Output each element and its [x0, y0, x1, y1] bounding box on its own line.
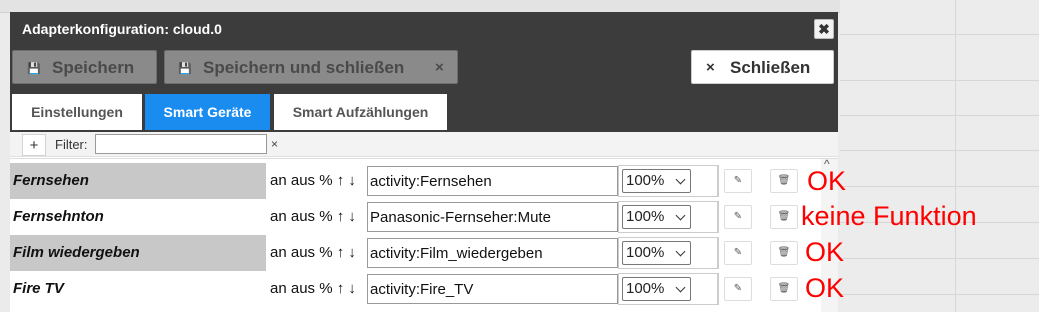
device-name: Fernsehen	[10, 163, 266, 199]
save-icon: 💾	[178, 63, 192, 75]
tab-smart-aufzaehlungen[interactable]: Smart Aufzählungen	[274, 94, 447, 130]
action-up-icon[interactable]: ↑	[337, 172, 345, 189]
chevron-down-icon	[675, 174, 686, 185]
tab-einstellungen[interactable]: Einstellungen	[12, 94, 142, 130]
background-row-line	[840, 150, 1039, 151]
value-select-value: 100%	[626, 280, 665, 297]
filter-clear-icon[interactable]: ×	[271, 137, 278, 151]
device-row: Fernsehen an aus % ↑ ↓ 100% ✎ 🗑	[10, 163, 838, 199]
chevron-down-icon	[675, 282, 686, 293]
action-down-icon[interactable]: ↓	[348, 280, 356, 297]
smart-name-input[interactable]	[367, 274, 618, 304]
action-down-icon[interactable]: ↓	[348, 172, 356, 189]
smart-name-input[interactable]	[367, 202, 618, 232]
action-up-icon[interactable]: ↑	[337, 208, 345, 225]
action-percent[interactable]: %	[319, 280, 332, 297]
value-select[interactable]: 100%	[622, 169, 691, 193]
value-select-value: 100%	[626, 172, 665, 189]
dialog-titlebar: Adapterkonfiguration: cloud.0 ✖	[10, 12, 838, 48]
adapter-config-dialog: Adapterkonfiguration: cloud.0 ✖ 💾 Speich…	[10, 12, 838, 312]
close-button-label: Schließen	[730, 58, 811, 77]
delete-icon[interactable]: 🗑	[770, 277, 798, 301]
value-select[interactable]: 100%	[622, 277, 691, 301]
device-row: Fernsehnton an aus % ↑ ↓ 100% ✎ 🗑	[10, 199, 838, 235]
tab-smart-geraete[interactable]: Smart Geräte	[145, 94, 270, 130]
action-up-icon[interactable]: ↑	[337, 280, 345, 297]
save-and-close-label: Speichern und schließen	[203, 58, 405, 77]
edit-icon[interactable]: ✎	[724, 205, 752, 229]
value-select-value: 100%	[626, 208, 665, 225]
filter-label: Filter:	[55, 137, 88, 152]
action-percent[interactable]: %	[319, 172, 332, 189]
background-row-line	[840, 258, 1039, 259]
add-button[interactable]: +	[22, 134, 46, 156]
chevron-down-icon	[675, 246, 686, 257]
dialog-close-button[interactable]: ✖	[814, 19, 834, 39]
device-actions: an aus % ↑ ↓	[270, 235, 356, 271]
edit-icon[interactable]: ✎	[724, 169, 752, 193]
background-row-line	[840, 34, 1039, 35]
value-select[interactable]: 100%	[622, 241, 691, 265]
annotation-note: OK	[805, 273, 845, 303]
save-button[interactable]: 💾 Speichern	[12, 50, 157, 84]
delete-icon[interactable]: 🗑	[770, 241, 798, 265]
device-name: Fire TV	[13, 280, 64, 297]
chevron-down-icon	[675, 210, 686, 221]
background-col-line	[955, 0, 956, 312]
value-select[interactable]: 100%	[622, 205, 691, 229]
device-name: Fernsehnton	[13, 208, 104, 225]
dialog-toolbar: 💾 Speichern 💾 Speichern und schließen × …	[10, 48, 838, 94]
action-up-icon[interactable]: ↑	[337, 244, 345, 261]
annotation-note: keine Funktion	[801, 201, 977, 231]
dialog-title: Adapterkonfiguration: cloud.0	[22, 21, 222, 37]
background-row-line	[840, 294, 1039, 295]
smart-name-input[interactable]	[367, 238, 618, 268]
annotation-note: OK	[807, 166, 847, 196]
divider	[10, 158, 838, 159]
filter-input[interactable]	[95, 134, 267, 154]
action-on[interactable]: an	[270, 280, 287, 297]
action-off[interactable]: aus	[291, 280, 315, 297]
device-actions: an aus % ↑ ↓	[270, 271, 356, 307]
save-button-label: Speichern	[52, 58, 135, 77]
close-icon: ×	[706, 59, 715, 76]
device-actions: an aus % ↑ ↓	[270, 163, 356, 199]
action-percent[interactable]: %	[319, 208, 332, 225]
action-down-icon[interactable]: ↓	[348, 244, 356, 261]
save-icon: 💾	[27, 63, 41, 75]
delete-icon[interactable]: 🗑	[770, 169, 798, 193]
background-page-area	[840, 0, 1039, 312]
device-row: Film wiedergeben an aus % ↑ ↓ 100% ✎ 🗑	[10, 235, 838, 271]
background-row-line	[840, 80, 1039, 81]
action-off[interactable]: aus	[291, 172, 315, 189]
device-actions: an aus % ↑ ↓	[270, 199, 356, 235]
action-off[interactable]: aus	[291, 244, 315, 261]
background-row-line	[840, 115, 1039, 116]
filter-bar: + Filter: ×	[10, 132, 838, 157]
edit-icon[interactable]: ✎	[724, 277, 752, 301]
annotation-note: OK	[805, 237, 845, 267]
action-on[interactable]: an	[270, 208, 287, 225]
edit-icon[interactable]: ✎	[724, 241, 752, 265]
action-on[interactable]: an	[270, 172, 287, 189]
delete-icon[interactable]: 🗑	[770, 205, 798, 229]
tab-bar: Einstellungen Smart Geräte Smart Aufzähl…	[10, 94, 838, 132]
background-row-line	[840, 186, 1039, 187]
save-and-close-button[interactable]: 💾 Speichern und schließen ×	[164, 50, 458, 84]
close-icon: ×	[435, 59, 444, 76]
device-row: Fire TV an aus % ↑ ↓ 100% ✎ 🗑	[10, 271, 838, 307]
device-name: Film wiedergeben	[10, 235, 266, 271]
smart-name-input[interactable]	[367, 166, 618, 196]
action-on[interactable]: an	[270, 244, 287, 261]
action-percent[interactable]: %	[319, 244, 332, 261]
action-off[interactable]: aus	[291, 208, 315, 225]
close-button[interactable]: × Schließen	[691, 50, 834, 84]
value-select-value: 100%	[626, 244, 665, 261]
action-down-icon[interactable]: ↓	[348, 208, 356, 225]
